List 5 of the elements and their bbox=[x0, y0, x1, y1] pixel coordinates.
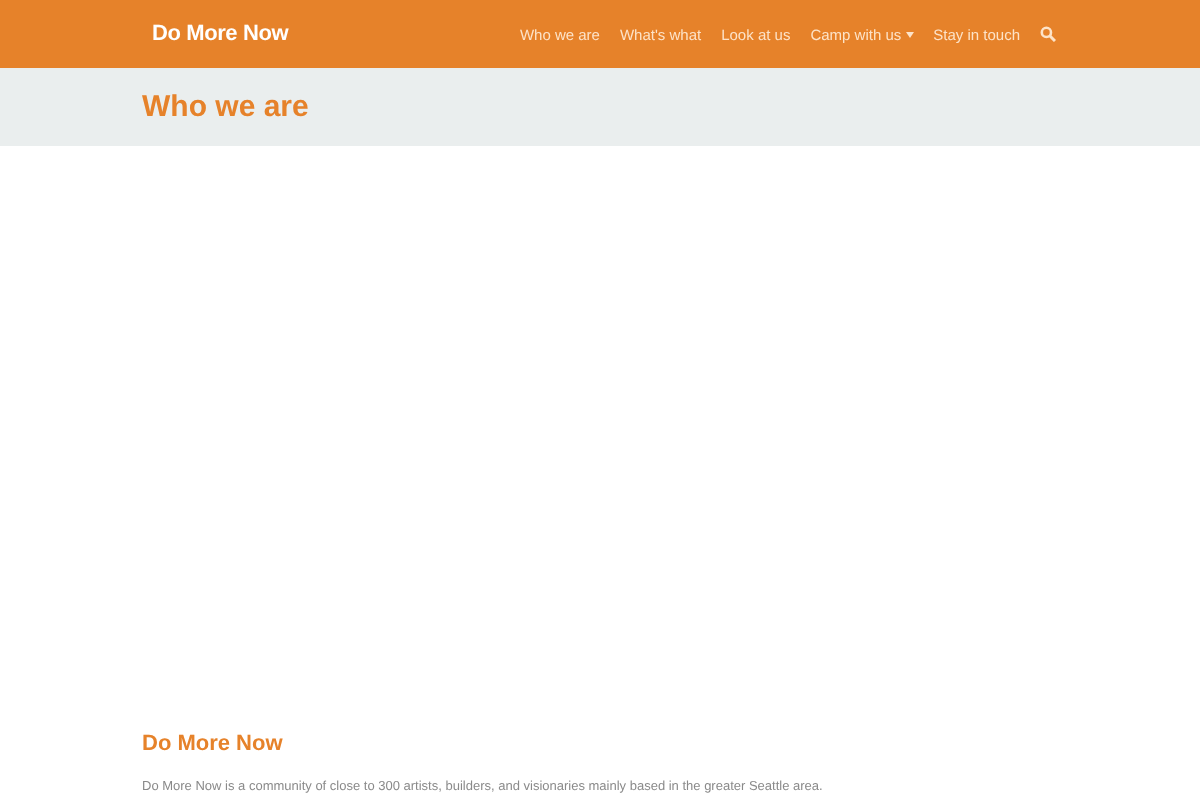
site-logo[interactable]: Do More Now bbox=[152, 22, 289, 46]
search-icon[interactable] bbox=[1040, 26, 1056, 42]
section-heading: Do More Now bbox=[142, 732, 285, 756]
caret-icon bbox=[905, 31, 914, 37]
page-title: Who we are bbox=[142, 90, 309, 124]
